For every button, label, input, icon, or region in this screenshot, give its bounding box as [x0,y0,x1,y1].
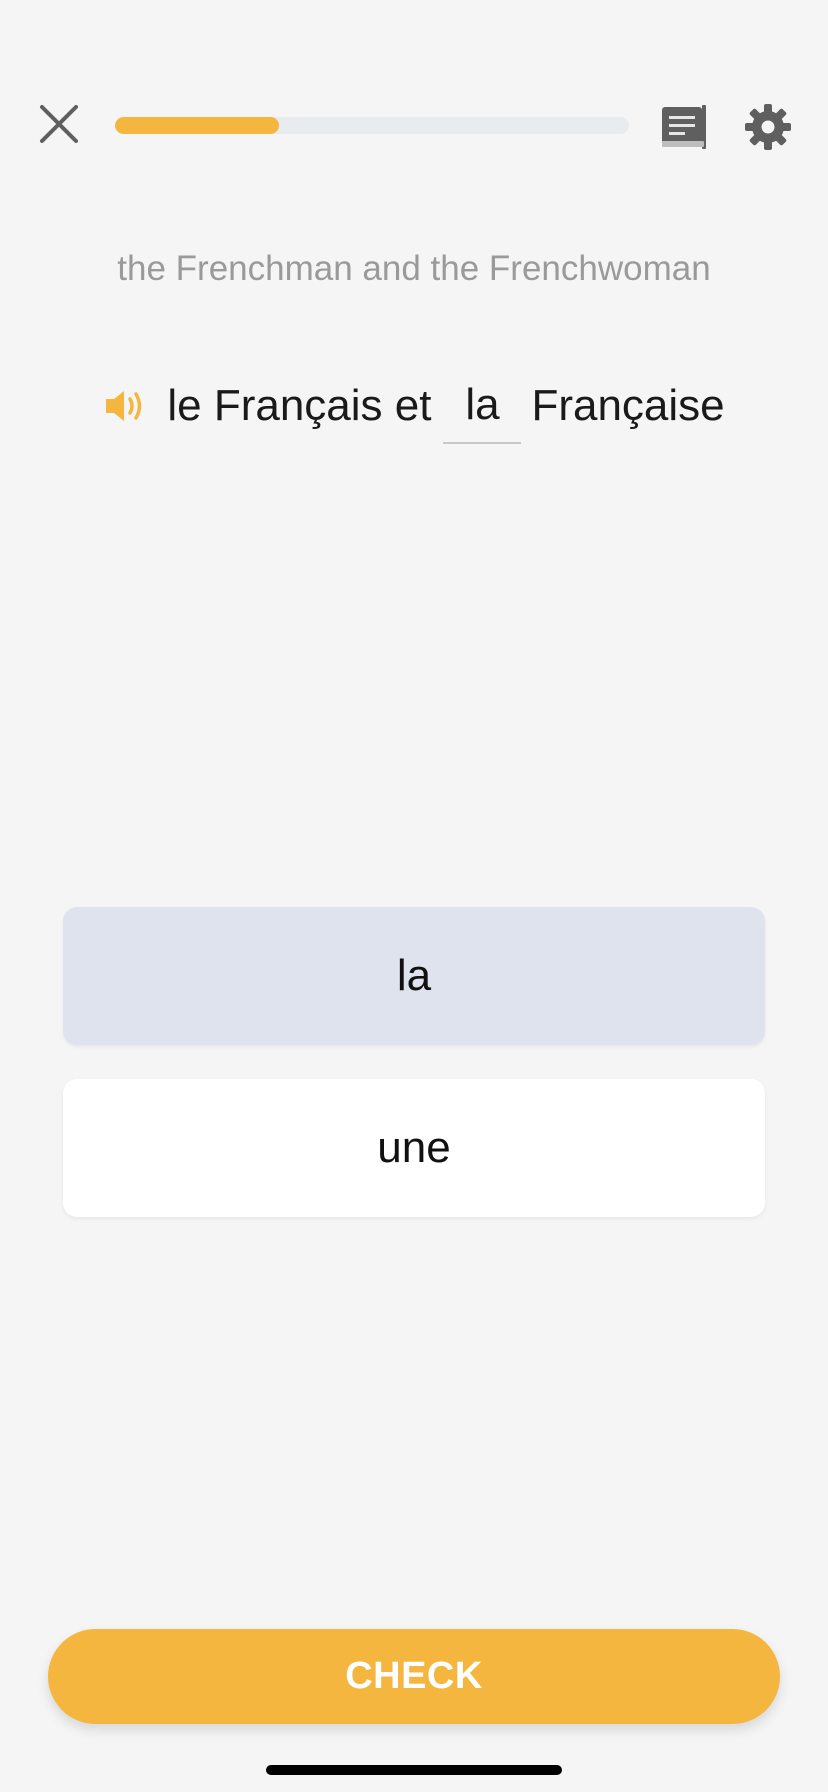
sentence-after-blank: Française [531,381,725,430]
option-label: une [377,1123,451,1172]
home-indicator [266,1765,562,1775]
gear-icon [745,104,791,150]
lesson-progress-fill [115,117,280,134]
option-label: la [396,951,432,1000]
target-sentence: le Français et la Française [0,366,828,446]
notes-button[interactable] [660,103,708,151]
close-icon [40,105,78,143]
settings-button[interactable] [744,103,792,151]
answer-blank[interactable]: la [443,380,522,444]
lesson-progress-bar [115,117,629,134]
option-la[interactable]: la [63,907,765,1045]
translation-prompt: the Frenchman and the Frenchwoman [117,249,711,288]
check-button[interactable]: CHECK [48,1629,780,1724]
notes-icon [662,105,706,149]
speaker-icon[interactable] [103,386,147,426]
close-button[interactable] [36,101,82,147]
sentence-before-blank: le Français et [167,381,432,430]
option-une[interactable]: une [63,1079,765,1217]
